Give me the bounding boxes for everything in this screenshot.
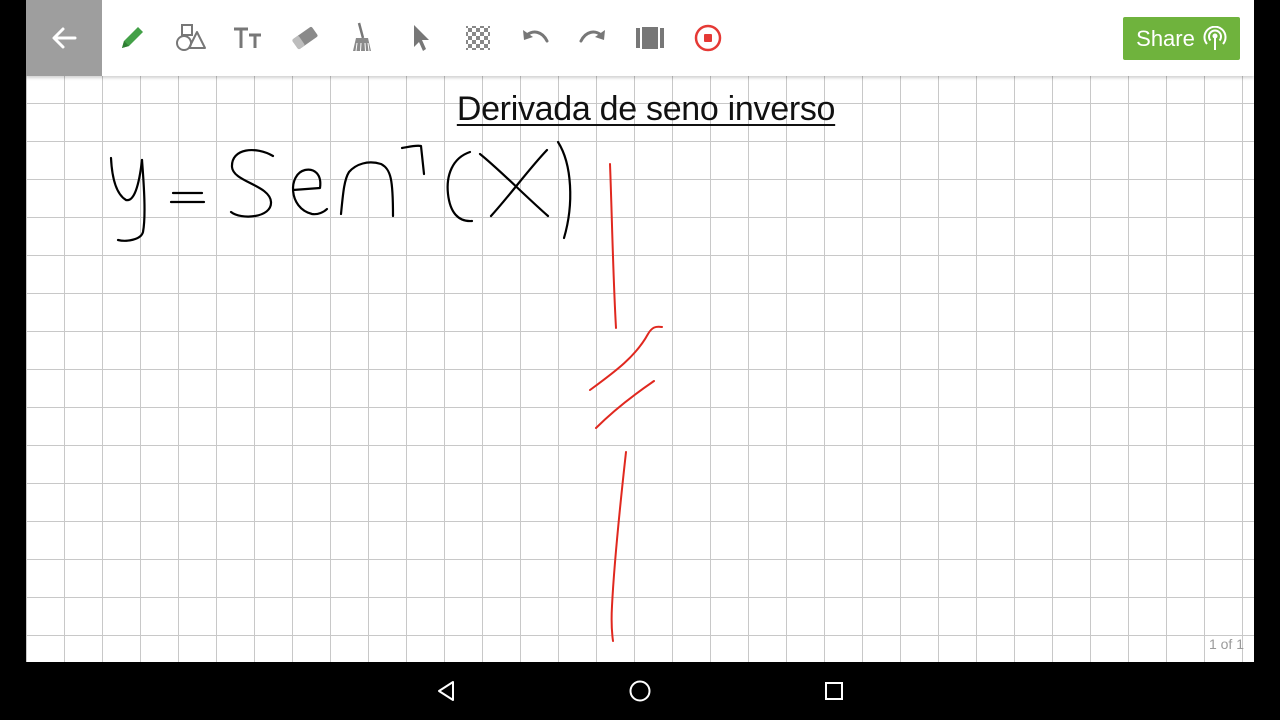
nav-recents-button[interactable] bbox=[817, 674, 851, 708]
red-handwriting bbox=[589, 163, 663, 642]
shapes-tool-button[interactable] bbox=[170, 18, 210, 58]
nav-recents-icon bbox=[825, 682, 843, 700]
toolbar: Share bbox=[26, 0, 1254, 76]
arrow-back-icon bbox=[52, 27, 77, 49]
eraser-icon bbox=[292, 26, 318, 50]
nav-back-button[interactable] bbox=[429, 674, 463, 708]
undo-button[interactable] bbox=[515, 18, 555, 58]
nav-home-icon bbox=[629, 680, 651, 702]
nav-back-icon bbox=[438, 681, 454, 701]
redo-icon bbox=[579, 30, 605, 43]
background-tool-button[interactable] bbox=[458, 18, 498, 58]
eraser-tool-button[interactable] bbox=[285, 18, 325, 58]
clear-tool-button[interactable] bbox=[342, 18, 382, 58]
handwriting-layer bbox=[109, 140, 663, 642]
redo-button[interactable] bbox=[573, 18, 613, 58]
pencil-tool-button[interactable] bbox=[112, 18, 152, 58]
page-indicator: 1 of 1 bbox=[1208, 636, 1244, 652]
checkerboard-icon bbox=[466, 26, 490, 50]
text-icon bbox=[234, 27, 261, 48]
broadcast-icon bbox=[1203, 25, 1227, 50]
select-tool-button[interactable] bbox=[400, 18, 440, 58]
share-button[interactable]: Share bbox=[1123, 17, 1240, 60]
text-tool-button[interactable] bbox=[228, 18, 268, 58]
whiteboard-app: Share Derivada de seno inverso 1 of 1 bbox=[26, 0, 1254, 662]
black-handwriting bbox=[109, 140, 572, 242]
drawing-canvas[interactable]: Derivada de seno inverso 1 of 1 bbox=[26, 76, 1254, 662]
pencil-icon bbox=[122, 27, 143, 48]
nav-home-button[interactable] bbox=[623, 674, 657, 708]
undo-icon bbox=[523, 30, 549, 43]
pages-tool-button[interactable] bbox=[630, 18, 670, 58]
clear-broom-icon bbox=[353, 22, 371, 52]
android-navigation-bar bbox=[0, 662, 1280, 720]
record-button[interactable] bbox=[688, 18, 728, 58]
record-icon bbox=[694, 24, 722, 52]
pointer-icon bbox=[414, 25, 429, 51]
share-label: Share bbox=[1136, 25, 1195, 51]
shapes-icon bbox=[176, 24, 206, 51]
pages-icon bbox=[636, 27, 664, 49]
back-button[interactable] bbox=[26, 0, 102, 76]
